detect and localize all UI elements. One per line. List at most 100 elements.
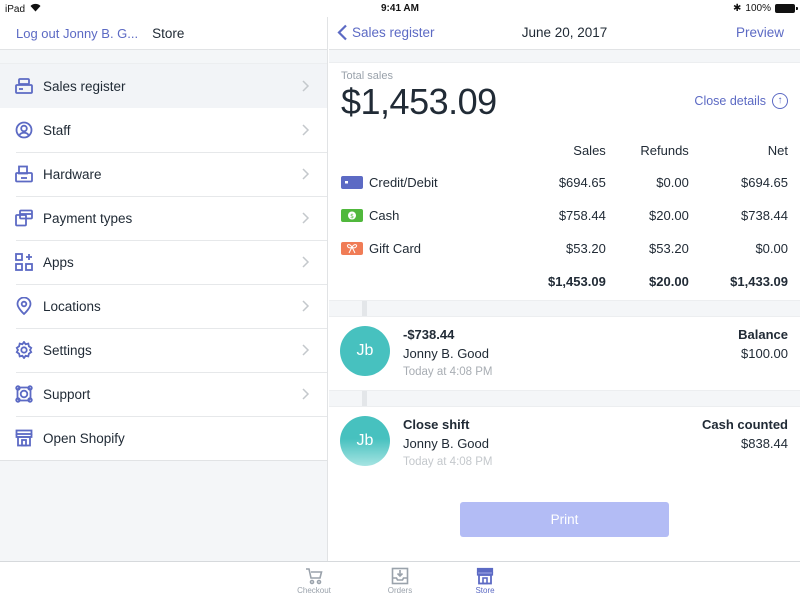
left-nav-bar: Log out Jonny B. G... Store <box>0 17 327 50</box>
refunds-cell: $20.00 <box>649 208 689 223</box>
menu-item-open-shopify[interactable]: Open Shopify <box>0 416 327 460</box>
menu-item-support[interactable]: Support <box>0 372 327 416</box>
left-nav-title: Store <box>152 25 185 41</box>
menu-label: Support <box>43 386 91 402</box>
print-button[interactable]: Print <box>460 502 669 537</box>
payment-method: Credit/Debit <box>369 175 438 190</box>
menu-item-payment-types[interactable]: Payment types <box>0 196 327 240</box>
status-bar: iPad 9:41 AM ✱ 100% <box>0 0 800 17</box>
svg-text:$: $ <box>350 213 354 220</box>
section-divider <box>329 50 800 63</box>
event-right-label: Cash counted <box>702 417 788 432</box>
chevron-right-icon <box>302 80 310 92</box>
gift-card-icon <box>341 242 363 255</box>
timeline-divider <box>329 300 800 317</box>
totals-row: $1,453.09 $20.00 $1,433.09 <box>341 265 788 298</box>
event-person: Jonny B. Good <box>403 436 489 451</box>
timeline-event[interactable]: Jb -$738.44 Jonny B. Good Today at 4:08 … <box>329 317 800 390</box>
menu-item-apps[interactable]: Apps <box>0 240 327 284</box>
event-title: -$738.44 <box>403 327 455 342</box>
event-right-value: $100.00 <box>741 346 788 361</box>
event-time: Today at 4:08 PM <box>403 456 493 468</box>
chevron-right-icon <box>302 256 310 268</box>
timeline-connector <box>362 391 367 406</box>
menu-label: Sales register <box>43 78 126 94</box>
status-time: 9:41 AM <box>381 3 419 14</box>
logout-button[interactable]: Log out Jonny B. G... <box>16 26 138 41</box>
register-date: June 20, 2017 <box>521 25 608 40</box>
menu-label: Hardware <box>43 166 102 182</box>
register-icon <box>15 77 33 95</box>
lifebuoy-icon <box>15 385 33 403</box>
chevron-right-icon <box>302 300 310 312</box>
print-area: Print <box>329 489 800 561</box>
chevron-right-icon <box>302 344 310 356</box>
event-person: Jonny B. Good <box>403 346 489 361</box>
table-row: Gift Card $53.20 $53.20 $0.00 <box>341 232 788 265</box>
timeline-divider <box>329 390 800 407</box>
cards-icon <box>15 209 33 227</box>
tab-bar: Checkout Orders Store <box>0 561 800 600</box>
menu-item-hardware[interactable]: Hardware <box>0 152 327 196</box>
sales-register-detail: Sales register June 20, 2017 Preview Tot… <box>329 17 800 561</box>
menu-item-sales-register[interactable]: Sales register <box>0 64 327 108</box>
payment-breakdown-table: Sales Refunds Net Credit/Debit $694.65 $… <box>341 134 788 298</box>
menu-item-locations[interactable]: Locations <box>0 284 327 328</box>
tab-label: Store <box>475 586 495 595</box>
tab-store[interactable]: Store <box>455 566 515 595</box>
table-header-row: Sales Refunds Net <box>341 134 788 166</box>
sales-cell: $758.44 <box>558 208 606 223</box>
refunds-cell: $0.00 <box>656 175 689 190</box>
printer-icon <box>15 165 33 183</box>
event-right-label: Balance <box>738 327 788 342</box>
chevron-right-icon <box>302 168 310 180</box>
menu-label: Open Shopify <box>43 430 125 446</box>
column-header-net: Net <box>767 142 788 158</box>
close-details-label: Close details <box>694 94 766 108</box>
inbox-download-icon <box>391 566 409 586</box>
tab-orders[interactable]: Orders <box>370 566 430 595</box>
net-cell: $0.00 <box>755 241 788 256</box>
sales-summary: Total sales $1,453.09 Close details ↑ Sa… <box>329 63 800 298</box>
column-header-refunds: Refunds <box>640 142 689 158</box>
column-header-method <box>341 134 507 166</box>
cart-icon <box>305 566 323 586</box>
tab-label: Orders <box>387 586 413 595</box>
total-net-cell: $1,433.09 <box>730 274 788 289</box>
total-sales-label: Total sales <box>341 70 393 82</box>
total-refunds-cell: $20.00 <box>649 274 689 289</box>
menu-item-staff[interactable]: Staff <box>0 108 327 152</box>
menu-label: Locations <box>43 298 101 314</box>
apps-icon <box>15 253 33 271</box>
chevron-right-icon <box>302 388 310 400</box>
credit-card-icon <box>341 176 363 189</box>
timeline-connector <box>362 301 367 316</box>
tab-checkout[interactable]: Checkout <box>284 566 344 595</box>
menu-label: Settings <box>43 342 92 358</box>
sales-cell: $694.65 <box>558 175 606 190</box>
timeline-event[interactable]: Jb Close shift Jonny B. Good Today at 4:… <box>329 407 800 480</box>
menu-item-settings[interactable]: Settings <box>0 328 327 372</box>
preview-button[interactable]: Preview <box>736 25 784 40</box>
arrow-up-circle-icon: ↑ <box>772 93 788 109</box>
payment-method: Gift Card <box>369 241 422 256</box>
menu-label: Apps <box>43 254 74 270</box>
close-details-button[interactable]: Close details ↑ <box>694 93 788 109</box>
store-sidebar: Log out Jonny B. G... Store Sales regist… <box>0 17 328 561</box>
location-pin-icon <box>15 297 33 315</box>
payment-method: Cash <box>369 208 400 223</box>
storefront-icon <box>476 566 494 586</box>
menu-label: Payment types <box>43 210 133 226</box>
avatar: Jb <box>340 416 390 466</box>
event-time: Today at 4:08 PM <box>403 366 493 378</box>
avatar: Jb <box>340 326 390 376</box>
total-sales-cell: $1,453.09 <box>547 274 606 289</box>
gear-icon <box>15 341 33 359</box>
table-row: $ Cash $758.44 $20.00 $738.44 <box>341 199 788 232</box>
user-circle-icon <box>15 121 33 139</box>
refunds-cell: $53.20 <box>649 241 689 256</box>
column-header-sales: Sales <box>573 142 606 158</box>
storefront-icon <box>15 429 33 447</box>
bluetooth-icon: ✱ <box>733 3 742 14</box>
chevron-right-icon <box>302 212 310 224</box>
